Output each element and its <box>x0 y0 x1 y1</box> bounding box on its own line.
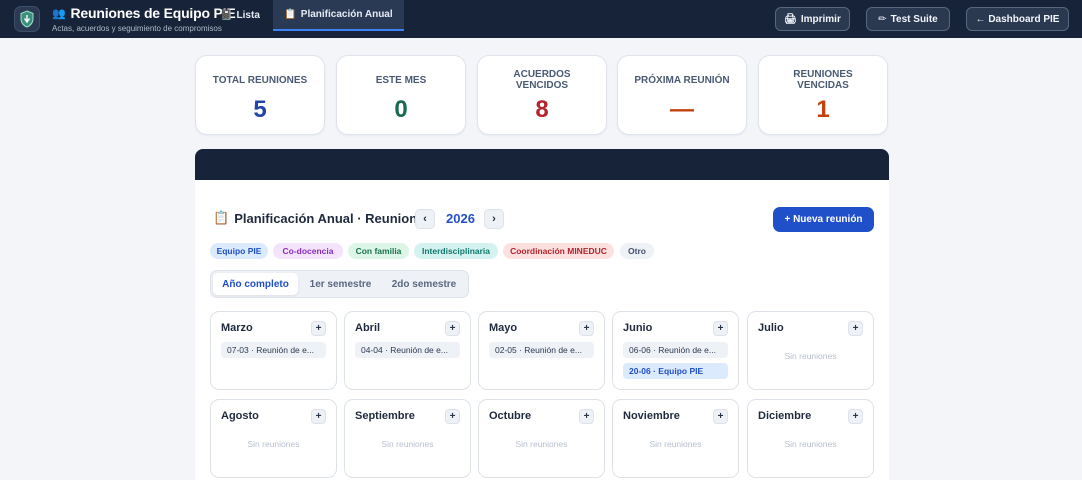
month-card-noviembre: Noviembre + Sin reuniones <box>612 399 739 478</box>
test-suite-button-label: Test Suite <box>890 13 938 25</box>
stat-este-mes: ESTE MES 0 <box>336 55 466 135</box>
month-card-mayo: Mayo + 02-05 · Reunión de e... <box>478 311 605 390</box>
notebook-icon: 📓 <box>220 10 233 21</box>
legend-con-familia: Con familia <box>348 243 409 259</box>
month-card-junio: Junio + 06-06 · Reunión de e... 20-06 · … <box>612 311 739 390</box>
app-title: 👥 Reuniones de Equipo PIE <box>52 5 236 21</box>
stat-value: 1 <box>816 96 830 123</box>
stat-acuerdos-vencidos: ACUERDOS VENCIDOS 8 <box>477 55 607 135</box>
clipboard-icon: 📋 <box>284 9 297 20</box>
meeting-item[interactable]: 07-03 · Reunión de e... <box>221 342 326 358</box>
next-year-button[interactable]: › <box>484 209 504 229</box>
meeting-item-equipo-pie[interactable]: 20-06 · Equipo PIE <box>623 363 728 379</box>
add-meeting-button[interactable]: + <box>311 409 326 424</box>
add-meeting-button[interactable]: + <box>848 409 863 424</box>
month-name: Mayo <box>489 322 518 334</box>
printer-icon: 🖨 <box>784 13 797 25</box>
tab-planificacion-label: Planificación Anual <box>300 9 393 20</box>
legend-coordinacion-mineduc: Coordinación MINEDUC <box>503 243 614 259</box>
tab-lista-label: Lista <box>236 10 260 21</box>
meeting-item[interactable]: 06-06 · Reunión de e... <box>623 342 728 358</box>
segment-ano-completo[interactable]: Año completo <box>213 273 298 295</box>
month-name: Abril <box>355 322 381 334</box>
app-subtitle: Actas, acuerdos y seguimiento de comprom… <box>52 24 222 33</box>
planner-title: 📋 Planificación Anual · Reuniones <box>213 210 432 226</box>
dashboard-button-label: ← Dashboard PIE <box>975 13 1060 25</box>
tab-planificacion-anual[interactable]: 📋 Planificación Anual <box>273 0 404 31</box>
stat-proxima-reunion: PRÓXIMA REUNIÓN — <box>617 55 747 135</box>
stat-label: ESTE MES <box>375 74 427 86</box>
clipboard-icon: 📋 <box>213 210 230 225</box>
segment-1er-semestre[interactable]: 1er semestre <box>302 273 379 295</box>
stat-value: 8 <box>535 96 549 123</box>
add-meeting-button[interactable]: + <box>848 321 863 336</box>
empty-month-text: Sin reuniones <box>784 351 837 361</box>
month-card-diciembre: Diciembre + Sin reuniones <box>747 399 874 478</box>
meeting-item[interactable]: 02-05 · Reunión de e... <box>489 342 594 358</box>
add-meeting-button[interactable]: + <box>579 321 594 336</box>
add-meeting-button[interactable]: + <box>713 321 728 336</box>
stat-label: PRÓXIMA REUNIÓN <box>634 74 730 86</box>
stat-value: 5 <box>253 96 267 123</box>
month-name: Agosto <box>221 410 259 422</box>
tab-lista[interactable]: 📓 Lista <box>209 0 271 31</box>
stat-value: — <box>670 96 694 123</box>
month-name: Julio <box>758 322 784 334</box>
test-suite-button[interactable]: ✏ Test Suite <box>866 7 950 31</box>
month-card-abril: Abril + 04-04 · Reunión de e... <box>344 311 471 390</box>
stat-label: REUNIONES VENCIDAS <box>793 69 853 91</box>
people-icon: 👥 <box>52 7 66 20</box>
add-meeting-button[interactable]: + <box>579 409 594 424</box>
pencil-icon: ✏ <box>878 13 887 25</box>
print-button-label: Imprimir <box>800 13 841 25</box>
add-meeting-button[interactable]: + <box>311 321 326 336</box>
month-name: Marzo <box>221 322 253 334</box>
legend-otro: Otro <box>620 243 654 259</box>
month-name: Noviembre <box>623 410 680 422</box>
month-card-julio: Julio + Sin reuniones <box>747 311 874 390</box>
month-name: Junio <box>623 322 653 334</box>
stat-label: ACUERDOS VENCIDOS <box>513 69 571 91</box>
top-bar: 👥 Reuniones de Equipo PIE Actas, acuerdo… <box>0 0 1082 38</box>
year-label: 2026 <box>446 211 475 226</box>
segment-2do-semestre[interactable]: 2do semestre <box>383 273 465 295</box>
add-meeting-button[interactable]: + <box>713 409 728 424</box>
stat-value: 0 <box>394 96 408 123</box>
empty-month-text: Sin reuniones <box>247 439 300 449</box>
month-name: Diciembre <box>758 410 812 422</box>
print-button[interactable]: 🖨 Imprimir <box>775 7 850 31</box>
month-card-octubre: Octubre + Sin reuniones <box>478 399 605 478</box>
legend-equipo-pie: Equipo PIE <box>210 243 268 259</box>
month-name: Octubre <box>489 410 532 422</box>
stat-total-reuniones: TOTAL REUNIONES 5 <box>195 55 325 135</box>
stat-reuniones-vencidas: REUNIONES VENCIDAS 1 <box>758 55 888 135</box>
new-meeting-button[interactable]: + Nueva reunión <box>773 207 874 232</box>
stat-label: TOTAL REUNIONES <box>212 74 308 86</box>
planner-title-text: Planificación Anual · Reuniones <box>234 210 432 226</box>
month-card-agosto: Agosto + Sin reuniones <box>210 399 337 478</box>
month-card-marzo: Marzo + 07-03 · Reunión de e... <box>210 311 337 390</box>
empty-month-text: Sin reuniones <box>381 439 434 449</box>
empty-month-text: Sin reuniones <box>784 439 837 449</box>
prev-year-button[interactable]: ‹ <box>415 209 435 229</box>
dashboard-button[interactable]: ← Dashboard PIE <box>966 7 1069 31</box>
month-card-septiembre: Septiembre + Sin reuniones <box>344 399 471 478</box>
tabs-bar <box>195 149 889 180</box>
legend-co-docencia: Co-docencia <box>273 243 343 259</box>
add-meeting-button[interactable]: + <box>445 321 460 336</box>
month-name: Septiembre <box>355 410 415 422</box>
add-meeting-button[interactable]: + <box>445 409 460 424</box>
empty-month-text: Sin reuniones <box>515 439 568 449</box>
meeting-item[interactable]: 04-04 · Reunión de e... <box>355 342 460 358</box>
empty-month-text: Sin reuniones <box>649 439 702 449</box>
shield-icon <box>14 6 40 32</box>
legend-interdisciplinaria: Interdisciplinaria <box>414 243 498 259</box>
